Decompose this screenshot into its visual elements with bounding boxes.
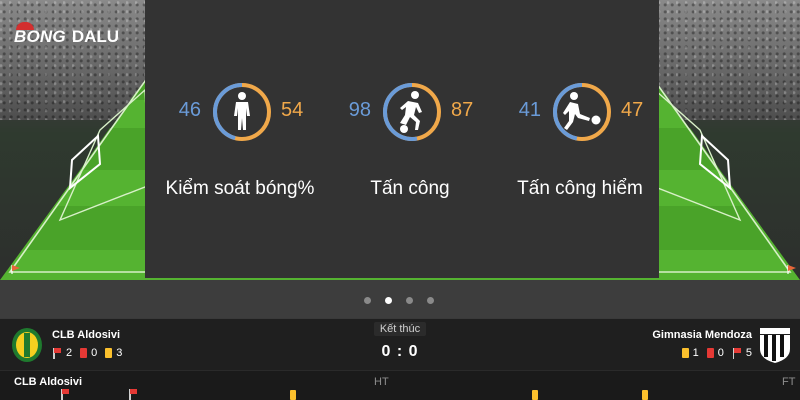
carousel-dot[interactable] xyxy=(427,297,434,304)
stat-away-value: 87 xyxy=(451,99,474,121)
brand-name-part2: DALU xyxy=(71,27,120,46)
stat-ring xyxy=(553,83,611,141)
brand-name-part1: BONG xyxy=(14,27,66,46)
stat-label: Tấn công hiểm xyxy=(517,178,643,199)
away-team-counts: 1 0 5 xyxy=(681,347,752,359)
away-team-name[interactable]: Gimnasia Mendoza xyxy=(652,329,752,341)
logo-hat-icon xyxy=(16,22,34,30)
timeline-halftime-label: HT xyxy=(374,376,389,388)
corner-flag-icon xyxy=(732,347,742,359)
match-widget: BONG DALU 46 54 Kiểm soát bóng% 98 87 Tấ… xyxy=(0,0,800,400)
away-team-crest-icon[interactable] xyxy=(758,327,792,363)
timeline-corner-flag-icon xyxy=(60,389,70,400)
match-status: Kết thúc xyxy=(373,322,427,336)
timeline-yellow-card-icon xyxy=(642,390,648,400)
timeline-team-name: CLB Aldosivi xyxy=(14,376,83,388)
stats-carousel-panel: 46 54 Kiểm soát bóng% 98 87 Tấn công 41 … xyxy=(145,0,659,278)
away-red-cards: 0 xyxy=(717,347,724,359)
score-bar: CLB Aldosivi 2 0 3 Kết thúc 0 : 0 Gimnas… xyxy=(0,318,800,370)
stat-ring xyxy=(213,83,271,141)
stat-ring xyxy=(383,83,441,141)
stat-home-value: 98 xyxy=(348,99,371,121)
standing-player-icon xyxy=(234,92,250,130)
timeline-fulltime-label: FT xyxy=(782,376,796,388)
stat-away-value: 47 xyxy=(621,99,644,121)
carousel-dots xyxy=(364,297,434,307)
yellow-card-icon xyxy=(681,348,689,358)
timeline-yellow-card-icon xyxy=(290,390,296,400)
stat-home-value: 46 xyxy=(178,99,201,121)
match-timeline: CLB Aldosivi HT FT xyxy=(0,371,800,400)
match-score: 0 : 0 xyxy=(381,343,419,360)
stat-attacks: 98 87 Tấn công xyxy=(335,82,485,202)
running-player-icon xyxy=(400,91,422,133)
timeline-yellow-card-icon xyxy=(532,390,538,400)
carousel-dot[interactable] xyxy=(364,297,371,304)
timeline-corner-flag-icon xyxy=(128,389,138,400)
carousel-dot-active[interactable] xyxy=(385,297,392,304)
away-yellow-cards: 1 xyxy=(692,347,699,359)
carousel-dot[interactable] xyxy=(406,297,413,304)
stat-away-value: 54 xyxy=(281,99,304,121)
red-card-icon xyxy=(706,348,714,358)
stat-home-value: 41 xyxy=(518,99,541,121)
stat-dangerous-attacks: 41 47 Tấn công hiểm xyxy=(505,82,655,202)
brand-logo[interactable]: BONG DALU xyxy=(14,22,120,48)
stat-possession: 46 54 Kiểm soát bóng% xyxy=(165,82,315,202)
away-corners: 5 xyxy=(745,347,752,359)
kicking-player-icon xyxy=(563,92,601,130)
